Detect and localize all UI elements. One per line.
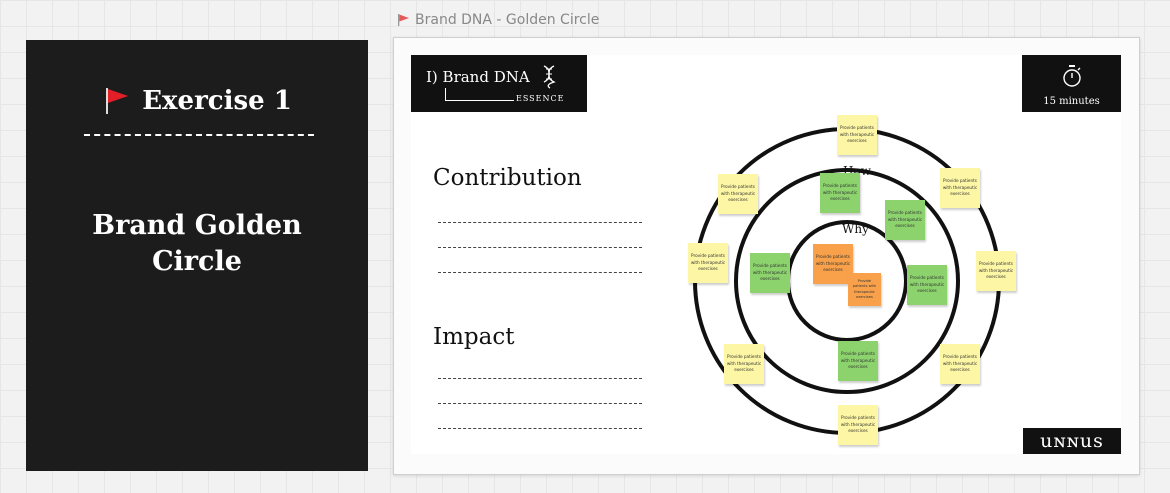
stopwatch-icon: [1063, 65, 1081, 87]
brand-dna-header: I) Brand DNA ESSENCE: [411, 55, 587, 112]
sticky-note-what-7[interactable]: Provide patients with therapeutic exerci…: [940, 344, 980, 384]
frame-label-text: Brand DNA - Golden Circle: [415, 12, 600, 28]
dna-icon: [543, 65, 556, 89]
brand-logo: uɴɴus: [1023, 428, 1121, 454]
golden-circle-diagram: How Why Provide patients with therapeuti…: [688, 112, 1016, 454]
title-divider: [84, 134, 314, 136]
contribution-line-2[interactable]: [438, 247, 642, 248]
impact-line-2[interactable]: [438, 403, 642, 404]
frame-label[interactable]: Brand DNA - Golden Circle: [396, 12, 599, 28]
sticky-note-what-5[interactable]: Provide patients with therapeutic exerci…: [976, 251, 1016, 291]
contribution-line-1[interactable]: [438, 222, 642, 223]
timer-box: 15 minutes: [1022, 55, 1121, 112]
contribution-line-3[interactable]: [438, 272, 642, 273]
impact-heading: Impact: [433, 324, 515, 350]
sticky-note-how-4[interactable]: Provide patients with therapeutic exerci…: [907, 265, 947, 305]
sticky-note-how-1[interactable]: Provide patients with therapeutic exerci…: [820, 173, 860, 213]
red-flag-icon: [106, 88, 129, 114]
sticky-note-what-2[interactable]: Provide patients with therapeutic exerci…: [718, 174, 758, 214]
sticky-note-what-4[interactable]: Provide patients with therapeutic exerci…: [688, 243, 728, 283]
brand-bracket: [445, 88, 514, 101]
sticky-note-what-3[interactable]: Provide patients with therapeutic exerci…: [940, 168, 980, 208]
sticky-note-how-5[interactable]: Provide patients with therapeutic exerci…: [838, 341, 878, 381]
sticky-note-why-1[interactable]: Provide patients with therapeutic exerci…: [813, 244, 853, 284]
exercise-title: Exercise 1: [142, 86, 292, 116]
contribution-heading: Contribution: [433, 165, 582, 191]
why-label: Why: [842, 222, 869, 236]
impact-line-3[interactable]: [438, 428, 642, 429]
sticky-note-what-8[interactable]: Provide patients with therapeutic exerci…: [838, 405, 878, 445]
slide: I) Brand DNA ESSENCE 15 minutes Contribu…: [411, 55, 1121, 454]
sticky-note-how-2[interactable]: Provide patients with therapeutic exerci…: [885, 200, 925, 240]
timer-text: 15 minutes: [1043, 96, 1100, 107]
brand-title: I) Brand DNA: [426, 68, 530, 86]
impact-line-1[interactable]: [438, 378, 642, 379]
brand-subtitle: ESSENCE: [516, 94, 565, 103]
sticky-note-how-3[interactable]: Provide patients with therapeutic exerci…: [750, 253, 790, 293]
exercise-panel: Exercise 1 Brand Golden Circle: [26, 40, 368, 471]
exercise-subtitle: Brand Golden Circle: [92, 210, 302, 277]
red-flag-icon: [398, 14, 409, 26]
sticky-note-why-2[interactable]: Provide patients with therapeutic exerci…: [848, 273, 881, 306]
exercise-title-row: Exercise 1: [26, 86, 368, 116]
sticky-note-what-1[interactable]: Provide patients with therapeutic exerci…: [837, 115, 877, 155]
sticky-note-what-6[interactable]: Provide patients with therapeutic exerci…: [724, 344, 764, 384]
